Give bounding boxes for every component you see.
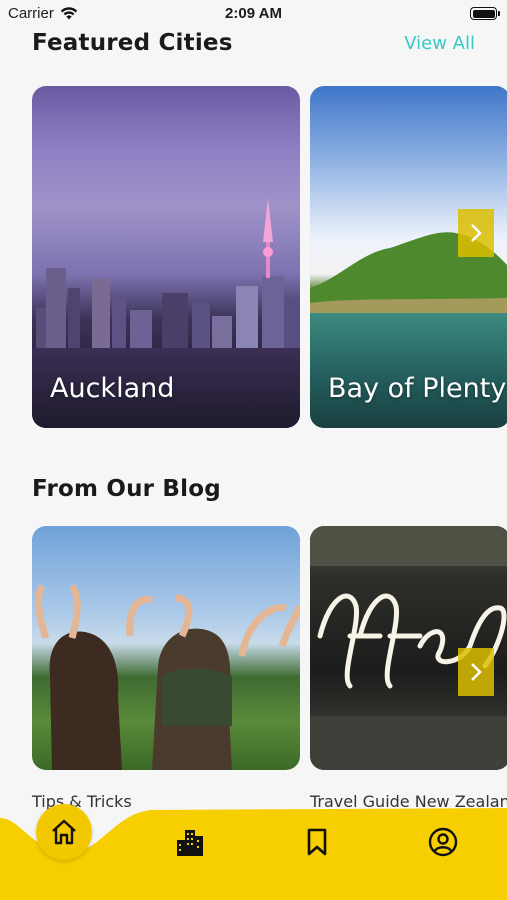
view-all-link[interactable]: View All	[404, 33, 475, 54]
blog-card-1[interactable]	[32, 526, 300, 770]
featured-cities-title: Featured Cities	[32, 30, 233, 56]
profile-icon	[428, 827, 458, 857]
city-name-label: Auckland	[50, 373, 175, 404]
tab-profile[interactable]	[421, 820, 465, 864]
chevron-right-icon	[471, 663, 482, 681]
friends-photo	[35, 583, 300, 770]
city-skyline-image	[36, 198, 300, 358]
tab-home[interactable]	[36, 804, 92, 860]
city-icon	[177, 830, 203, 856]
bookmark-icon	[307, 828, 327, 856]
blog-section-title: From Our Blog	[32, 476, 221, 502]
status-time: 2:09 AM	[225, 5, 282, 22]
next-city-button[interactable]	[458, 209, 494, 257]
home-icon	[52, 819, 76, 845]
city-card-bay-of-plenty[interactable]: Bay of Plenty	[310, 86, 507, 428]
city-card-auckland[interactable]: Auckland	[32, 86, 300, 428]
tab-cities[interactable]	[168, 820, 212, 864]
next-blog-button[interactable]	[458, 648, 494, 696]
bottom-tab-bar	[0, 804, 507, 900]
status-bar: Carrier 2:09 AM	[0, 0, 507, 28]
tab-saved[interactable]	[295, 820, 339, 864]
chevron-right-icon	[471, 224, 482, 242]
city-name-label: Bay of Plenty	[328, 373, 507, 404]
battery-icon	[470, 7, 500, 20]
sea-water	[310, 313, 507, 428]
